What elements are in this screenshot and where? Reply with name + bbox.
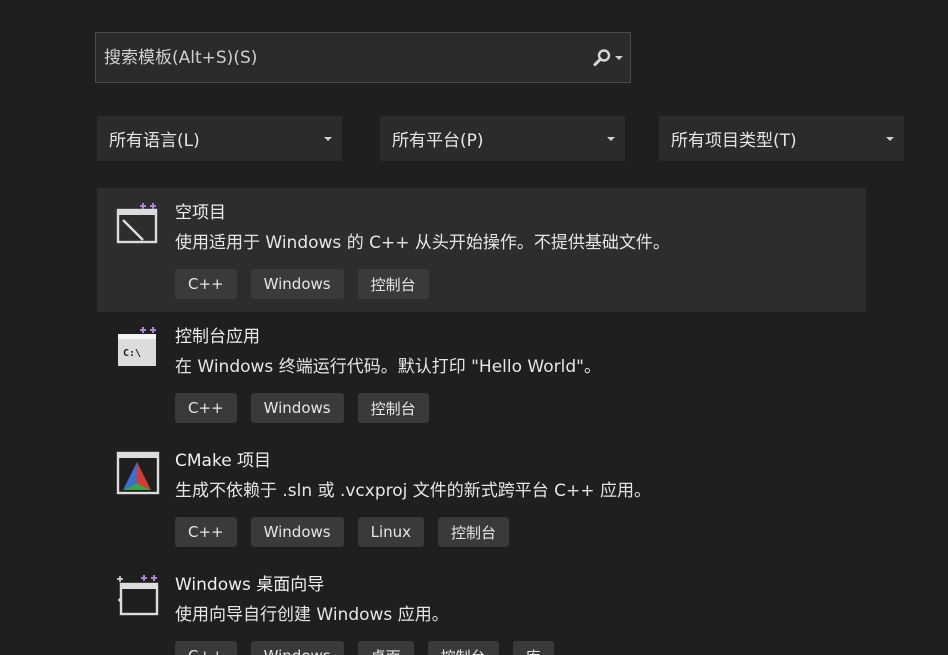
tag-cpp: C++ bbox=[175, 517, 237, 547]
tag-library: 库 bbox=[512, 641, 554, 655]
template-title: 控制台应用 bbox=[175, 327, 260, 347]
tag-windows: Windows bbox=[250, 393, 344, 423]
template-tags: C++ Windows 控制台 bbox=[175, 269, 866, 299]
tag-cpp: C++ bbox=[175, 641, 237, 655]
new-project-dialog: 所有语言(L) 所有平台(P) 所有项目类型(T) 空项目 使用适用于 Wind… bbox=[0, 0, 948, 655]
tag-desktop: 桌面 bbox=[357, 641, 414, 655]
tag-windows: Windows bbox=[250, 517, 344, 547]
console-app-icon: C:\ bbox=[118, 327, 156, 366]
template-item-windows-desktop-wizard[interactable]: Windows 桌面向导 使用向导自行创建 Windows 应用。 C++ Wi… bbox=[97, 560, 866, 655]
template-tags: C++ Windows Linux 控制台 bbox=[175, 517, 866, 547]
template-item-empty-project[interactable]: 空项目 使用适用于 Windows 的 C++ 从头开始操作。不提供基础文件。 … bbox=[97, 188, 866, 312]
platform-filter-dropdown[interactable]: 所有平台(P) bbox=[380, 116, 625, 161]
template-title: CMake 项目 bbox=[175, 451, 272, 471]
chevron-down-icon bbox=[614, 55, 623, 60]
cmake-icon bbox=[116, 451, 160, 495]
tag-cpp: C++ bbox=[175, 269, 237, 299]
template-list: 空项目 使用适用于 Windows 的 C++ 从头开始操作。不提供基础文件。 … bbox=[97, 188, 866, 655]
tag-console: 控制台 bbox=[438, 517, 510, 547]
project-type-filter-dropdown[interactable]: 所有项目类型(T) bbox=[659, 116, 904, 161]
empty-project-icon bbox=[116, 203, 158, 244]
chevron-down-icon bbox=[607, 136, 615, 141]
console-prompt-glyph: C:\ bbox=[123, 348, 141, 359]
template-search-input[interactable] bbox=[104, 33, 584, 82]
tag-console: 控制台 bbox=[357, 393, 429, 423]
language-filter-dropdown[interactable]: 所有语言(L) bbox=[97, 116, 342, 161]
template-search-box[interactable] bbox=[95, 32, 631, 83]
template-description: 使用向导自行创建 Windows 应用。 bbox=[175, 605, 449, 625]
search-options-button[interactable] bbox=[584, 33, 630, 82]
search-icon bbox=[593, 48, 610, 66]
platform-filter-value: 所有平台(P) bbox=[392, 131, 484, 151]
template-description: 生成不依赖于 .sln 或 .vcxproj 文件的新式跨平台 C++ 应用。 bbox=[175, 481, 651, 501]
tag-windows: Windows bbox=[250, 641, 344, 655]
tag-cpp: C++ bbox=[175, 393, 237, 423]
chevron-down-icon bbox=[324, 136, 332, 141]
wizard-icon bbox=[117, 575, 159, 616]
chevron-down-icon bbox=[886, 136, 894, 141]
template-description: 在 Windows 终端运行代码。默认打印 "Hello World"。 bbox=[175, 357, 601, 377]
language-filter-value: 所有语言(L) bbox=[109, 131, 200, 151]
template-tags: C++ Windows 控制台 bbox=[175, 393, 866, 423]
tag-windows: Windows bbox=[250, 269, 344, 299]
template-item-cmake-project[interactable]: CMake 项目 生成不依赖于 .sln 或 .vcxproj 文件的新式跨平台… bbox=[97, 436, 866, 560]
tag-console: 控制台 bbox=[427, 641, 499, 655]
template-item-console-app[interactable]: C:\ 控制台应用 在 Windows 终端运行代码。默认打印 "Hello W… bbox=[97, 312, 866, 436]
tag-linux: Linux bbox=[357, 517, 425, 547]
template-title: 空项目 bbox=[175, 203, 226, 223]
template-title: Windows 桌面向导 bbox=[175, 575, 325, 595]
project-type-filter-value: 所有项目类型(T) bbox=[671, 131, 797, 151]
template-tags: C++ Windows 桌面 控制台 库 bbox=[175, 641, 866, 655]
tag-console: 控制台 bbox=[357, 269, 429, 299]
template-description: 使用适用于 Windows 的 C++ 从头开始操作。不提供基础文件。 bbox=[175, 233, 670, 253]
